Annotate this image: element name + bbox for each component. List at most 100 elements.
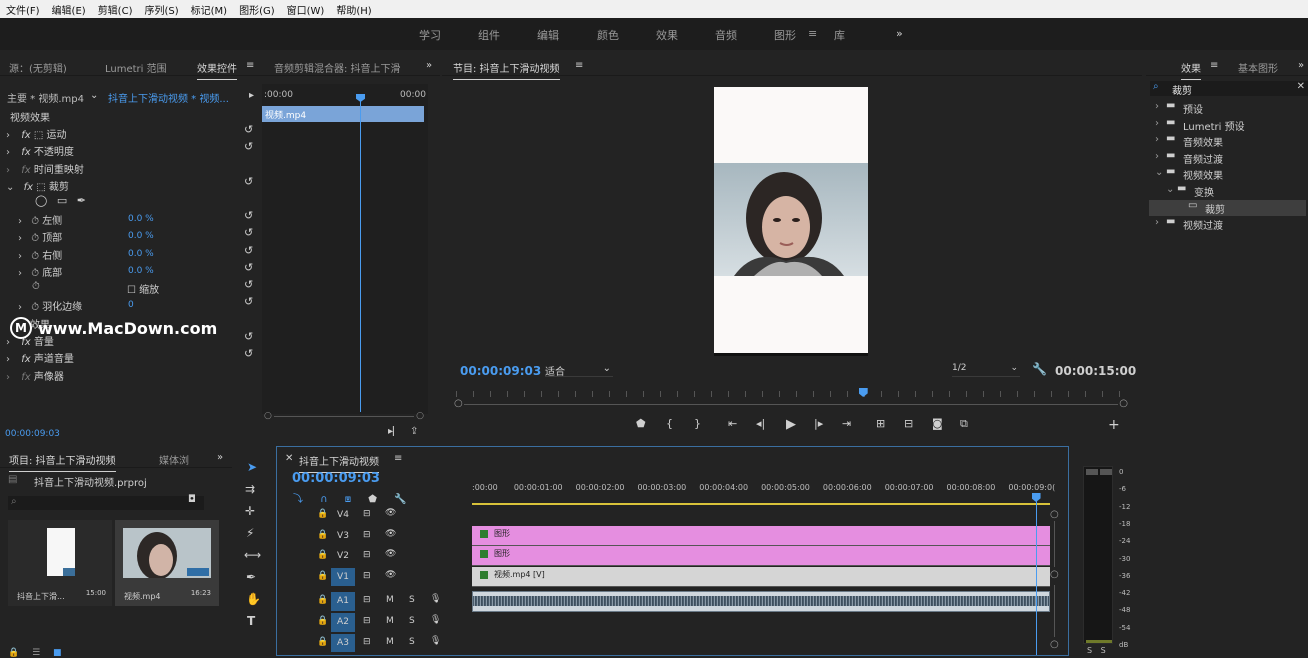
track-header[interactable]: 🔒 A1 ⊟ M S 🎙 bbox=[277, 591, 470, 612]
timeline-ruler[interactable]: :00:00 00:00:01:00 00:00:02:00 00:00:03:00 0… bbox=[472, 481, 1055, 505]
tab-menu-icon[interactable]: ≡ bbox=[394, 453, 402, 464]
step-back-icon[interactable]: ◂| bbox=[756, 417, 765, 430]
program-scrub-bar[interactable]: ○ ○ bbox=[454, 388, 1128, 411]
track-label[interactable]: A2 bbox=[331, 613, 355, 632]
expand-arrow-icon[interactable]: › bbox=[1155, 217, 1159, 228]
effect-motion[interactable]: › fx ⬚ 运动 bbox=[6, 126, 66, 143]
hand-tool-icon[interactable]: ✋ bbox=[246, 592, 261, 606]
nest-icon[interactable]: ⤵ bbox=[293, 494, 303, 505]
close-icon[interactable]: ✕ bbox=[285, 453, 293, 464]
track-label[interactable]: V3 bbox=[331, 527, 355, 546]
reset-icon[interactable]: ↺ bbox=[244, 261, 253, 274]
solo-right-button[interactable]: S bbox=[1101, 646, 1106, 655]
tab-effects[interactable]: 效果 bbox=[1181, 60, 1201, 80]
effect-crop[interactable]: ⌄ fx ⬚ 裁剪 bbox=[6, 178, 69, 195]
prop-right-value[interactable]: 0.0 % bbox=[128, 249, 154, 266]
effects-tree-item[interactable]: › ▬ 音频效果 bbox=[1149, 133, 1306, 149]
tab-audio-clip-mixer[interactable]: 音频剪辑混合器: 抖音上下滑 bbox=[274, 60, 410, 75]
lock-icon[interactable]: 🔒 bbox=[317, 509, 328, 519]
panel-more-icon[interactable]: » bbox=[1298, 60, 1304, 71]
reset-icon[interactable]: ↺ bbox=[244, 175, 253, 188]
mini-playhead-handle[interactable] bbox=[356, 94, 365, 102]
prop-left[interactable]: › ⏱ 左侧 bbox=[18, 212, 62, 229]
go-to-out-icon[interactable]: ⇥ bbox=[842, 417, 851, 430]
fit-dropdown[interactable]: 适合 ⌄ bbox=[545, 363, 613, 378]
effects-tree-item[interactable]: ▭ 裁剪 bbox=[1149, 199, 1306, 216]
mark-out-icon[interactable]: } bbox=[694, 417, 701, 430]
eye-icon[interactable]: 👁 bbox=[385, 508, 396, 518]
menu-help[interactable]: 帮助(H) bbox=[330, 2, 377, 17]
expand-arrow-icon[interactable]: › bbox=[1155, 101, 1159, 112]
microphone-icon[interactable]: 🎙 bbox=[430, 594, 441, 604]
workspace-color[interactable]: 颜色 bbox=[597, 27, 619, 43]
prop-top-value[interactable]: 0.0 % bbox=[128, 231, 154, 248]
solo-button[interactable]: S bbox=[409, 637, 415, 647]
workspace-audio[interactable]: 音频 bbox=[715, 27, 737, 43]
menu-sequence[interactable]: 序列(S) bbox=[138, 2, 184, 17]
workspace-learn[interactable]: 学习 bbox=[419, 27, 441, 43]
effect-panner[interactable]: › fx 声像器 bbox=[6, 368, 64, 385]
timeline-clip[interactable]: 视频.mp4 [V] bbox=[472, 566, 1050, 587]
prop-feather-value[interactable]: 0 bbox=[128, 300, 134, 317]
reset-icon[interactable]: ↺ bbox=[244, 140, 253, 153]
sync-lock-icon[interactable]: ⊟ bbox=[363, 637, 371, 647]
collapse-arrow-icon[interactable]: ⌄ bbox=[1166, 184, 1174, 195]
track-label[interactable]: V1 bbox=[331, 567, 355, 587]
track-label[interactable]: A1 bbox=[331, 592, 355, 611]
project-search[interactable]: ⌕ bbox=[8, 496, 204, 510]
clear-search-icon[interactable]: ✕ bbox=[1297, 81, 1305, 92]
snap-icon[interactable]: ∩ bbox=[320, 494, 327, 505]
ellipse-mask-icon[interactable]: ◯ bbox=[35, 194, 47, 207]
prop-feather[interactable]: › ⏱ 羽化边缘 bbox=[18, 298, 82, 315]
wrench-icon[interactable]: 🔧 bbox=[1032, 362, 1047, 376]
sync-lock-icon[interactable]: ⊟ bbox=[363, 550, 371, 560]
lock-icon[interactable]: 🔒 bbox=[8, 648, 19, 658]
settings-wrench-icon[interactable]: 🔧 bbox=[394, 494, 406, 505]
track-header[interactable]: 🔒 V4 ⊟ 👁 bbox=[277, 505, 470, 526]
compare-view-icon[interactable]: ⧉ bbox=[960, 417, 968, 431]
collapse-arrow-icon[interactable]: ⌄ bbox=[6, 182, 14, 193]
workspace-effects[interactable]: 效果 bbox=[656, 27, 678, 43]
track-select-tool-icon[interactable]: ⇉ bbox=[245, 482, 255, 496]
workspace-more-icon[interactable]: » bbox=[896, 27, 903, 40]
program-video-frame[interactable] bbox=[714, 87, 868, 356]
prop-top[interactable]: › ⏱ 顶部 bbox=[18, 229, 62, 246]
menu-clip[interactable]: 剪辑(C) bbox=[92, 2, 139, 17]
track-header[interactable]: 🔒 V2 ⊟ 👁 bbox=[277, 546, 470, 567]
timeline-vertical-scrollbar[interactable]: ○ ○ ○ bbox=[1050, 509, 1060, 655]
menu-window[interactable]: 窗口(W) bbox=[281, 2, 331, 17]
play-icon[interactable]: ▶ bbox=[786, 417, 796, 432]
reset-icon[interactable]: ↺ bbox=[244, 295, 253, 308]
track-header[interactable]: 🔒 V1 ⊟ 👁 bbox=[277, 567, 470, 588]
step-forward-icon[interactable]: |▸ bbox=[814, 417, 823, 430]
ripple-edit-tool-icon[interactable]: ✛ bbox=[245, 504, 255, 518]
solo-left-button[interactable]: S bbox=[1087, 646, 1092, 655]
quality-dropdown[interactable]: 1/2 ⌄ bbox=[952, 363, 1020, 377]
panel-more-icon[interactable]: » bbox=[217, 452, 223, 463]
tab-essential-graphics[interactable]: 基本图形 bbox=[1238, 60, 1278, 75]
workspace-assembly[interactable]: 组件 bbox=[478, 27, 500, 43]
expand-arrow-icon[interactable]: › bbox=[1155, 134, 1159, 145]
tab-menu-icon[interactable]: ≡ bbox=[1210, 60, 1218, 71]
mute-button[interactable]: M bbox=[386, 616, 394, 626]
selection-tool-icon[interactable]: ➤ bbox=[247, 460, 257, 474]
linked-selection-icon[interactable]: ⧆ bbox=[345, 494, 351, 505]
sync-lock-icon[interactable]: ⊟ bbox=[363, 571, 371, 581]
microphone-icon[interactable]: 🎙 bbox=[430, 615, 441, 625]
tab-effect-controls[interactable]: 效果控件 bbox=[197, 60, 237, 80]
timeline-title[interactable]: 抖音上下滑动视频 bbox=[299, 453, 379, 473]
slip-tool-icon[interactable]: ⟷ bbox=[244, 548, 261, 562]
sync-lock-icon[interactable]: ⊟ bbox=[363, 509, 371, 519]
timeline-clip[interactable]: 图形 bbox=[472, 546, 1050, 567]
reset-icon[interactable]: ↺ bbox=[244, 347, 253, 360]
collapse-arrow-icon[interactable]: ⌄ bbox=[1155, 167, 1163, 178]
effects-search-input[interactable]: 裁剪 bbox=[1172, 82, 1192, 97]
add-button-icon[interactable]: + bbox=[1108, 417, 1120, 433]
program-timecode[interactable]: 00:00:09:03 bbox=[460, 364, 541, 378]
stopwatch-icon[interactable]: ⏱ bbox=[31, 216, 39, 227]
expand-arrow-icon[interactable]: › bbox=[6, 147, 10, 158]
rectangle-mask-icon[interactable]: ▭ bbox=[57, 194, 67, 207]
reset-icon[interactable]: ↺ bbox=[244, 330, 253, 343]
reset-icon[interactable]: ↺ bbox=[244, 278, 253, 291]
track-label[interactable]: V4 bbox=[331, 506, 355, 525]
